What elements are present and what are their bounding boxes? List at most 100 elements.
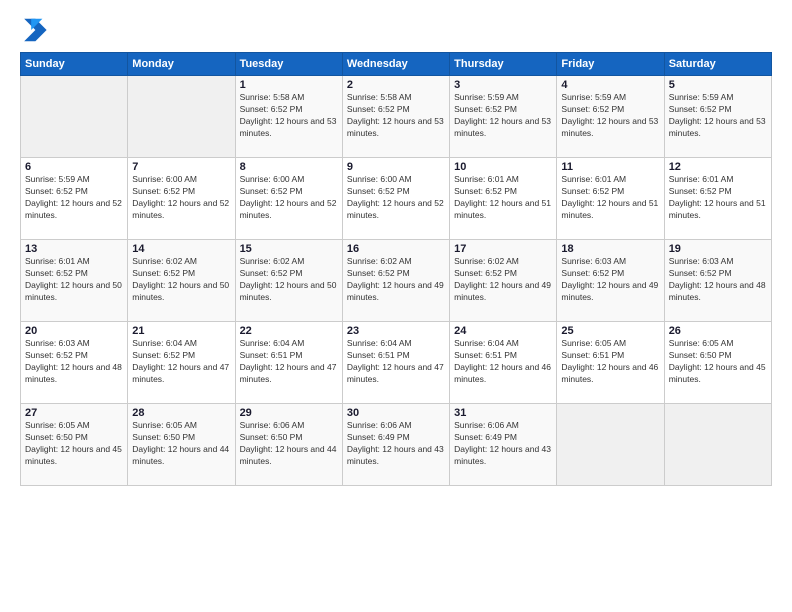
weekday-header-saturday: Saturday <box>664 53 771 76</box>
weekday-header-wednesday: Wednesday <box>342 53 449 76</box>
day-number: 18 <box>561 243 659 255</box>
day-info: Sunrise: 6:05 AM Sunset: 6:50 PM Dayligh… <box>669 338 767 386</box>
day-cell: 7Sunrise: 6:00 AM Sunset: 6:52 PM Daylig… <box>128 158 235 240</box>
weekday-header-thursday: Thursday <box>450 53 557 76</box>
day-number: 4 <box>561 79 659 91</box>
day-number: 29 <box>240 407 338 419</box>
day-info: Sunrise: 6:01 AM Sunset: 6:52 PM Dayligh… <box>454 174 552 222</box>
day-number: 15 <box>240 243 338 255</box>
day-number: 21 <box>132 325 230 337</box>
weekday-header-tuesday: Tuesday <box>235 53 342 76</box>
day-number: 31 <box>454 407 552 419</box>
day-info: Sunrise: 6:05 AM Sunset: 6:50 PM Dayligh… <box>25 420 123 468</box>
day-number: 28 <box>132 407 230 419</box>
day-info: Sunrise: 6:03 AM Sunset: 6:52 PM Dayligh… <box>25 338 123 386</box>
day-number: 25 <box>561 325 659 337</box>
day-number: 12 <box>669 161 767 173</box>
day-cell: 29Sunrise: 6:06 AM Sunset: 6:50 PM Dayli… <box>235 404 342 486</box>
day-cell: 30Sunrise: 6:06 AM Sunset: 6:49 PM Dayli… <box>342 404 449 486</box>
day-info: Sunrise: 6:04 AM Sunset: 6:52 PM Dayligh… <box>132 338 230 386</box>
weekday-header-sunday: Sunday <box>21 53 128 76</box>
day-number: 23 <box>347 325 445 337</box>
calendar: SundayMondayTuesdayWednesdayThursdayFrid… <box>20 52 772 486</box>
day-number: 30 <box>347 407 445 419</box>
day-info: Sunrise: 6:00 AM Sunset: 6:52 PM Dayligh… <box>132 174 230 222</box>
day-cell: 26Sunrise: 6:05 AM Sunset: 6:50 PM Dayli… <box>664 322 771 404</box>
day-number: 5 <box>669 79 767 91</box>
day-info: Sunrise: 6:03 AM Sunset: 6:52 PM Dayligh… <box>669 256 767 304</box>
day-cell: 5Sunrise: 5:59 AM Sunset: 6:52 PM Daylig… <box>664 76 771 158</box>
day-number: 14 <box>132 243 230 255</box>
day-info: Sunrise: 6:06 AM Sunset: 6:50 PM Dayligh… <box>240 420 338 468</box>
week-row-3: 13Sunrise: 6:01 AM Sunset: 6:52 PM Dayli… <box>21 240 772 322</box>
day-number: 27 <box>25 407 123 419</box>
day-cell: 19Sunrise: 6:03 AM Sunset: 6:52 PM Dayli… <box>664 240 771 322</box>
day-number: 1 <box>240 79 338 91</box>
weekday-header-friday: Friday <box>557 53 664 76</box>
day-cell: 10Sunrise: 6:01 AM Sunset: 6:52 PM Dayli… <box>450 158 557 240</box>
day-cell: 17Sunrise: 6:02 AM Sunset: 6:52 PM Dayli… <box>450 240 557 322</box>
weekday-header-monday: Monday <box>128 53 235 76</box>
day-info: Sunrise: 5:58 AM Sunset: 6:52 PM Dayligh… <box>240 92 338 140</box>
day-number: 26 <box>669 325 767 337</box>
day-info: Sunrise: 6:06 AM Sunset: 6:49 PM Dayligh… <box>347 420 445 468</box>
day-cell: 25Sunrise: 6:05 AM Sunset: 6:51 PM Dayli… <box>557 322 664 404</box>
day-info: Sunrise: 6:04 AM Sunset: 6:51 PM Dayligh… <box>347 338 445 386</box>
day-cell: 24Sunrise: 6:04 AM Sunset: 6:51 PM Dayli… <box>450 322 557 404</box>
day-number: 6 <box>25 161 123 173</box>
day-info: Sunrise: 6:05 AM Sunset: 6:50 PM Dayligh… <box>132 420 230 468</box>
day-number: 19 <box>669 243 767 255</box>
day-cell: 12Sunrise: 6:01 AM Sunset: 6:52 PM Dayli… <box>664 158 771 240</box>
day-info: Sunrise: 5:59 AM Sunset: 6:52 PM Dayligh… <box>454 92 552 140</box>
day-cell: 14Sunrise: 6:02 AM Sunset: 6:52 PM Dayli… <box>128 240 235 322</box>
day-number: 20 <box>25 325 123 337</box>
day-cell: 9Sunrise: 6:00 AM Sunset: 6:52 PM Daylig… <box>342 158 449 240</box>
day-number: 11 <box>561 161 659 173</box>
day-info: Sunrise: 6:02 AM Sunset: 6:52 PM Dayligh… <box>454 256 552 304</box>
day-cell: 22Sunrise: 6:04 AM Sunset: 6:51 PM Dayli… <box>235 322 342 404</box>
day-info: Sunrise: 6:01 AM Sunset: 6:52 PM Dayligh… <box>669 174 767 222</box>
week-row-2: 6Sunrise: 5:59 AM Sunset: 6:52 PM Daylig… <box>21 158 772 240</box>
day-cell: 28Sunrise: 6:05 AM Sunset: 6:50 PM Dayli… <box>128 404 235 486</box>
day-cell: 27Sunrise: 6:05 AM Sunset: 6:50 PM Dayli… <box>21 404 128 486</box>
day-number: 7 <box>132 161 230 173</box>
day-info: Sunrise: 6:04 AM Sunset: 6:51 PM Dayligh… <box>454 338 552 386</box>
day-cell <box>21 76 128 158</box>
day-info: Sunrise: 6:02 AM Sunset: 6:52 PM Dayligh… <box>347 256 445 304</box>
day-info: Sunrise: 6:03 AM Sunset: 6:52 PM Dayligh… <box>561 256 659 304</box>
page-header <box>20 16 772 44</box>
day-cell: 23Sunrise: 6:04 AM Sunset: 6:51 PM Dayli… <box>342 322 449 404</box>
day-number: 24 <box>454 325 552 337</box>
day-cell: 3Sunrise: 5:59 AM Sunset: 6:52 PM Daylig… <box>450 76 557 158</box>
day-info: Sunrise: 5:59 AM Sunset: 6:52 PM Dayligh… <box>669 92 767 140</box>
day-cell <box>664 404 771 486</box>
weekday-header-row: SundayMondayTuesdayWednesdayThursdayFrid… <box>21 53 772 76</box>
day-info: Sunrise: 6:06 AM Sunset: 6:49 PM Dayligh… <box>454 420 552 468</box>
day-cell <box>128 76 235 158</box>
day-info: Sunrise: 6:05 AM Sunset: 6:51 PM Dayligh… <box>561 338 659 386</box>
day-cell: 15Sunrise: 6:02 AM Sunset: 6:52 PM Dayli… <box>235 240 342 322</box>
day-cell: 8Sunrise: 6:00 AM Sunset: 6:52 PM Daylig… <box>235 158 342 240</box>
logo-icon <box>20 16 48 44</box>
day-info: Sunrise: 6:02 AM Sunset: 6:52 PM Dayligh… <box>240 256 338 304</box>
day-cell: 6Sunrise: 5:59 AM Sunset: 6:52 PM Daylig… <box>21 158 128 240</box>
week-row-5: 27Sunrise: 6:05 AM Sunset: 6:50 PM Dayli… <box>21 404 772 486</box>
day-cell: 1Sunrise: 5:58 AM Sunset: 6:52 PM Daylig… <box>235 76 342 158</box>
day-cell: 18Sunrise: 6:03 AM Sunset: 6:52 PM Dayli… <box>557 240 664 322</box>
week-row-1: 1Sunrise: 5:58 AM Sunset: 6:52 PM Daylig… <box>21 76 772 158</box>
day-info: Sunrise: 5:58 AM Sunset: 6:52 PM Dayligh… <box>347 92 445 140</box>
day-cell: 21Sunrise: 6:04 AM Sunset: 6:52 PM Dayli… <box>128 322 235 404</box>
day-info: Sunrise: 5:59 AM Sunset: 6:52 PM Dayligh… <box>25 174 123 222</box>
day-cell: 4Sunrise: 5:59 AM Sunset: 6:52 PM Daylig… <box>557 76 664 158</box>
day-info: Sunrise: 6:04 AM Sunset: 6:51 PM Dayligh… <box>240 338 338 386</box>
day-info: Sunrise: 5:59 AM Sunset: 6:52 PM Dayligh… <box>561 92 659 140</box>
day-info: Sunrise: 6:00 AM Sunset: 6:52 PM Dayligh… <box>240 174 338 222</box>
day-number: 3 <box>454 79 552 91</box>
day-number: 2 <box>347 79 445 91</box>
day-cell: 2Sunrise: 5:58 AM Sunset: 6:52 PM Daylig… <box>342 76 449 158</box>
day-info: Sunrise: 6:01 AM Sunset: 6:52 PM Dayligh… <box>25 256 123 304</box>
logo <box>20 16 52 44</box>
day-number: 13 <box>25 243 123 255</box>
day-info: Sunrise: 6:02 AM Sunset: 6:52 PM Dayligh… <box>132 256 230 304</box>
day-info: Sunrise: 6:01 AM Sunset: 6:52 PM Dayligh… <box>561 174 659 222</box>
